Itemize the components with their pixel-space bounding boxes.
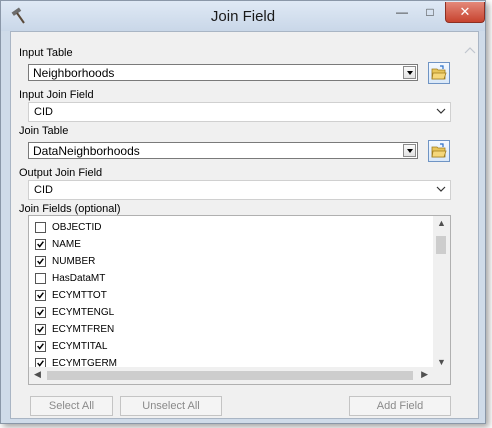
output-join-field-combo[interactable]: CID (28, 180, 451, 200)
browse-join-table-button[interactable] (428, 140, 450, 162)
field-name: ECYMTENGL (52, 306, 115, 318)
list-item[interactable]: NUMBER (35, 253, 95, 269)
scroll-right-arrow-icon[interactable]: ▶ (421, 369, 428, 380)
field-name: ECYMTTOT (52, 289, 107, 301)
field-name: HasDataMT (52, 272, 106, 284)
field-name: OBJECTID (52, 221, 102, 233)
join-table-value: DataNeighborhoods (33, 144, 140, 158)
input-join-field-combo[interactable]: CID (28, 102, 451, 122)
checkmark-icon (37, 325, 44, 333)
checkmark-icon (37, 342, 44, 350)
chevron-up-icon[interactable] (464, 46, 476, 54)
input-table-label: Input Table (19, 47, 73, 59)
horizontal-scrollbar[interactable]: ◀ ▶ (29, 367, 433, 384)
title-bar[interactable]: Join Field — □ ✕ (1, 1, 485, 31)
list-item[interactable]: ECYMTTOT (35, 287, 107, 303)
join-fields-list[interactable]: OBJECTID NAME NUMBER HasDataMT ECYMTTOT ECYMT… (28, 215, 451, 385)
dropdown-arrow-icon[interactable] (403, 144, 416, 157)
field-checkbox[interactable] (35, 221, 46, 233)
chevron-down-icon[interactable] (436, 183, 446, 195)
select-all-button[interactable]: Select All (30, 396, 113, 416)
open-folder-icon (431, 65, 447, 80)
join-fields-label: Join Fields (optional) (19, 203, 121, 215)
list-item[interactable]: OBJECTID (35, 219, 101, 235)
field-checkbox[interactable] (35, 272, 46, 284)
maximize-button[interactable]: □ (417, 2, 443, 22)
minimize-button[interactable]: — (389, 2, 415, 22)
list-item[interactable]: ECYMTFREN (35, 321, 114, 337)
unselect-all-button[interactable]: Unselect All (120, 396, 222, 416)
input-join-field-value: CID (34, 106, 53, 118)
list-item[interactable]: ECYMTENGL (35, 304, 114, 320)
field-name: NUMBER (52, 255, 96, 267)
output-join-field-label: Output Join Field (19, 167, 103, 179)
field-checkbox[interactable] (35, 306, 46, 318)
input-table-combo[interactable]: Neighborhoods (28, 64, 418, 81)
browse-input-table-button[interactable] (428, 62, 450, 84)
vertical-scroll-thumb[interactable] (436, 236, 446, 254)
scroll-left-arrow-icon[interactable]: ◀ (34, 369, 41, 380)
dropdown-arrow-icon[interactable] (403, 66, 416, 79)
output-join-field-value: CID (34, 184, 53, 196)
field-checkbox[interactable] (35, 340, 46, 352)
field-name: ECYMTFREN (52, 323, 115, 335)
scroll-up-arrow-icon[interactable]: ▲ (437, 218, 446, 228)
chevron-down-icon[interactable] (436, 105, 446, 117)
open-folder-icon (431, 143, 447, 158)
input-join-field-label: Input Join Field (19, 89, 94, 101)
field-checkbox[interactable] (35, 255, 46, 267)
list-item[interactable]: NAME (35, 236, 81, 252)
list-item[interactable]: HasDataMT (35, 270, 105, 286)
horizontal-scroll-thumb[interactable] (47, 371, 413, 380)
list-item[interactable]: ECYMTITAL (35, 338, 107, 354)
add-field-button[interactable]: Add Field (349, 396, 451, 416)
field-checkbox[interactable] (35, 238, 46, 250)
field-checkbox[interactable] (35, 289, 46, 301)
input-table-value: Neighborhoods (33, 66, 115, 80)
join-table-label: Join Table (19, 125, 69, 137)
close-button[interactable]: ✕ (445, 2, 485, 23)
field-checkbox[interactable] (35, 323, 46, 335)
field-name: NAME (52, 238, 81, 250)
vertical-scrollbar[interactable]: ▲ ▼ (433, 216, 450, 368)
checkmark-icon (37, 257, 44, 265)
checkmark-icon (37, 308, 44, 316)
join-table-combo[interactable]: DataNeighborhoods (28, 142, 418, 159)
field-name: ECYMTITAL (52, 340, 108, 352)
scroll-down-arrow-icon[interactable]: ▼ (437, 357, 446, 367)
scrollbar-corner (433, 367, 450, 384)
checkmark-icon (37, 291, 44, 299)
checkmark-icon (37, 240, 44, 248)
